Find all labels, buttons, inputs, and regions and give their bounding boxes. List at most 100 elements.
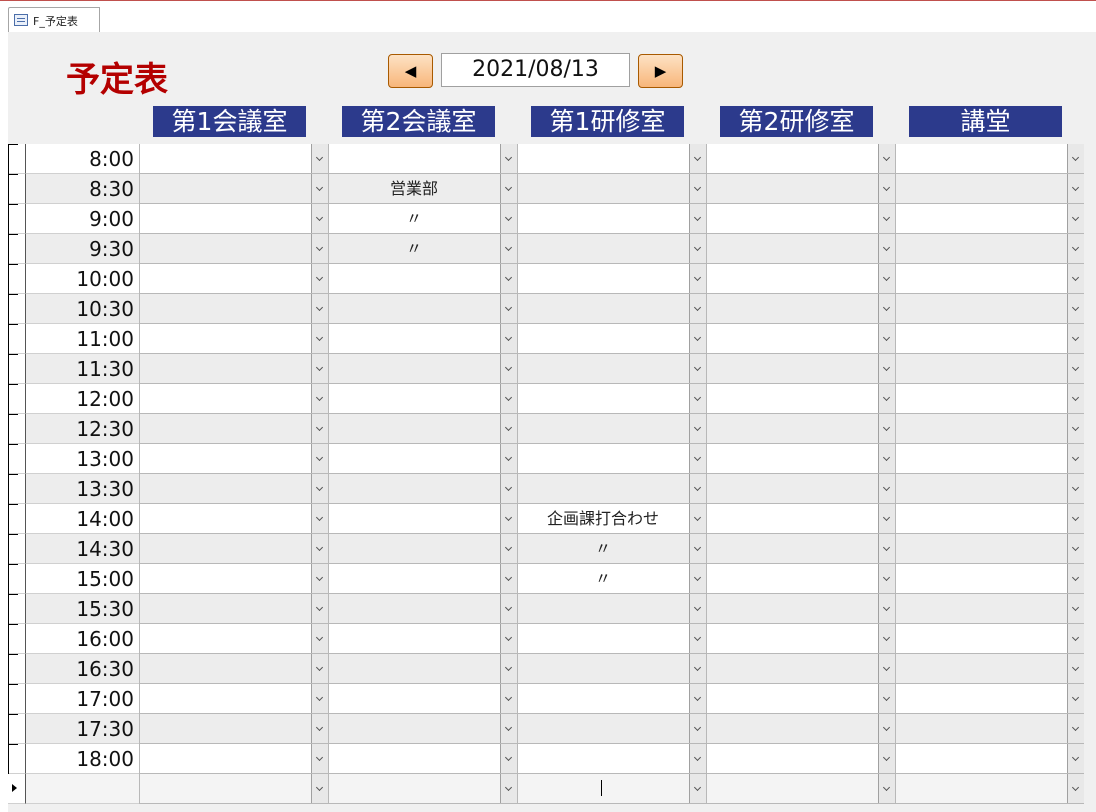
chevron-down-icon[interactable]: [311, 654, 328, 683]
room-combo-box[interactable]: [895, 504, 1084, 534]
chevron-down-icon[interactable]: [878, 474, 895, 503]
chevron-down-icon[interactable]: [689, 534, 706, 563]
chevron-down-icon[interactable]: [689, 204, 706, 233]
room-combo-box[interactable]: [139, 624, 328, 654]
room-combo-box[interactable]: [895, 624, 1084, 654]
chevron-down-icon[interactable]: [1067, 234, 1084, 263]
chevron-down-icon[interactable]: [878, 444, 895, 473]
room-combo-box[interactable]: [706, 624, 895, 654]
chevron-down-icon[interactable]: [311, 474, 328, 503]
chevron-down-icon[interactable]: [878, 174, 895, 203]
form-tab[interactable]: F_予定表: [8, 7, 100, 34]
room-combo-box[interactable]: [706, 384, 895, 414]
chevron-down-icon[interactable]: [500, 234, 517, 263]
room-combo-box[interactable]: [517, 474, 706, 504]
room-combo-box[interactable]: [706, 474, 895, 504]
chevron-down-icon[interactable]: [878, 564, 895, 593]
room-combo-box[interactable]: [706, 264, 895, 294]
chevron-down-icon[interactable]: [500, 174, 517, 203]
chevron-down-icon[interactable]: [311, 324, 328, 353]
record-selector[interactable]: [8, 504, 26, 534]
chevron-down-icon[interactable]: [311, 504, 328, 533]
chevron-down-icon[interactable]: [500, 624, 517, 653]
room-combo-box[interactable]: [328, 384, 517, 414]
room-combo-box[interactable]: [895, 744, 1084, 774]
record-selector[interactable]: [8, 624, 26, 654]
room-combo-box[interactable]: [139, 564, 328, 594]
chevron-down-icon[interactable]: [1067, 504, 1084, 533]
room-combo-box[interactable]: [139, 474, 328, 504]
chevron-down-icon[interactable]: [1067, 144, 1084, 173]
room-combo-box[interactable]: 営業部: [328, 174, 517, 204]
room-combo-box[interactable]: [895, 534, 1084, 564]
room-combo-box[interactable]: [706, 744, 895, 774]
chevron-down-icon[interactable]: [311, 264, 328, 293]
room-combo-box[interactable]: [706, 534, 895, 564]
room-combo-box[interactable]: [517, 594, 706, 624]
chevron-down-icon[interactable]: [311, 444, 328, 473]
room-combo-box[interactable]: [139, 594, 328, 624]
room-combo-box[interactable]: [139, 264, 328, 294]
room-combo-box[interactable]: [517, 234, 706, 264]
chevron-down-icon[interactable]: [500, 354, 517, 383]
room-combo-box[interactable]: [328, 474, 517, 504]
room-combo-box[interactable]: [517, 174, 706, 204]
room-combo-box[interactable]: [139, 234, 328, 264]
chevron-down-icon[interactable]: [689, 174, 706, 203]
room-combo-box[interactable]: [328, 504, 517, 534]
room-combo-box[interactable]: [517, 414, 706, 444]
record-selector[interactable]: [8, 324, 26, 354]
room-combo-box[interactable]: [895, 324, 1084, 354]
chevron-down-icon[interactable]: [311, 714, 328, 743]
room-combo-box[interactable]: [706, 594, 895, 624]
chevron-down-icon[interactable]: [1067, 204, 1084, 233]
room-combo-box[interactable]: [895, 444, 1084, 474]
room-combo-box[interactable]: 〃: [517, 534, 706, 564]
room-combo-box[interactable]: [895, 384, 1084, 414]
chevron-down-icon[interactable]: [311, 774, 328, 803]
chevron-down-icon[interactable]: [311, 534, 328, 563]
date-field[interactable]: 2021/08/13: [441, 53, 630, 87]
chevron-down-icon[interactable]: [311, 144, 328, 173]
chevron-down-icon[interactable]: [311, 354, 328, 383]
chevron-down-icon[interactable]: [500, 264, 517, 293]
chevron-down-icon[interactable]: [1067, 294, 1084, 323]
room-combo-box[interactable]: [139, 174, 328, 204]
chevron-down-icon[interactable]: [878, 324, 895, 353]
room-combo-box[interactable]: [139, 534, 328, 564]
chevron-down-icon[interactable]: [689, 624, 706, 653]
room-combo-box[interactable]: [328, 324, 517, 354]
chevron-down-icon[interactable]: [500, 714, 517, 743]
chevron-down-icon[interactable]: [1067, 684, 1084, 713]
chevron-down-icon[interactable]: [500, 414, 517, 443]
room-combo-box[interactable]: [517, 384, 706, 414]
room-combo-box[interactable]: [139, 414, 328, 444]
room-combo-box[interactable]: [895, 204, 1084, 234]
chevron-down-icon[interactable]: [311, 594, 328, 623]
room-combo-box[interactable]: [328, 714, 517, 744]
room-combo-box[interactable]: [328, 654, 517, 684]
room-combo-box[interactable]: [328, 684, 517, 714]
record-selector[interactable]: [8, 774, 26, 804]
record-selector[interactable]: [8, 234, 26, 264]
next-date-button[interactable]: ▶: [638, 54, 683, 88]
room-combo-box[interactable]: [139, 444, 328, 474]
chevron-down-icon[interactable]: [1067, 384, 1084, 413]
chevron-down-icon[interactable]: [878, 144, 895, 173]
room-combo-box[interactable]: [895, 684, 1084, 714]
room-combo-box[interactable]: [895, 234, 1084, 264]
chevron-down-icon[interactable]: [878, 504, 895, 533]
chevron-down-icon[interactable]: [1067, 474, 1084, 503]
room-combo-box[interactable]: [139, 144, 328, 174]
room-combo-box[interactable]: [706, 714, 895, 744]
room-combo-box[interactable]: [895, 354, 1084, 384]
record-selector[interactable]: [8, 474, 26, 504]
room-combo-box[interactable]: [706, 354, 895, 384]
room-combo-box[interactable]: [139, 684, 328, 714]
room-combo-box[interactable]: [139, 774, 328, 804]
chevron-down-icon[interactable]: [878, 654, 895, 683]
chevron-down-icon[interactable]: [1067, 594, 1084, 623]
record-selector[interactable]: [8, 444, 26, 474]
chevron-down-icon[interactable]: [311, 624, 328, 653]
room-combo-box[interactable]: [517, 714, 706, 744]
